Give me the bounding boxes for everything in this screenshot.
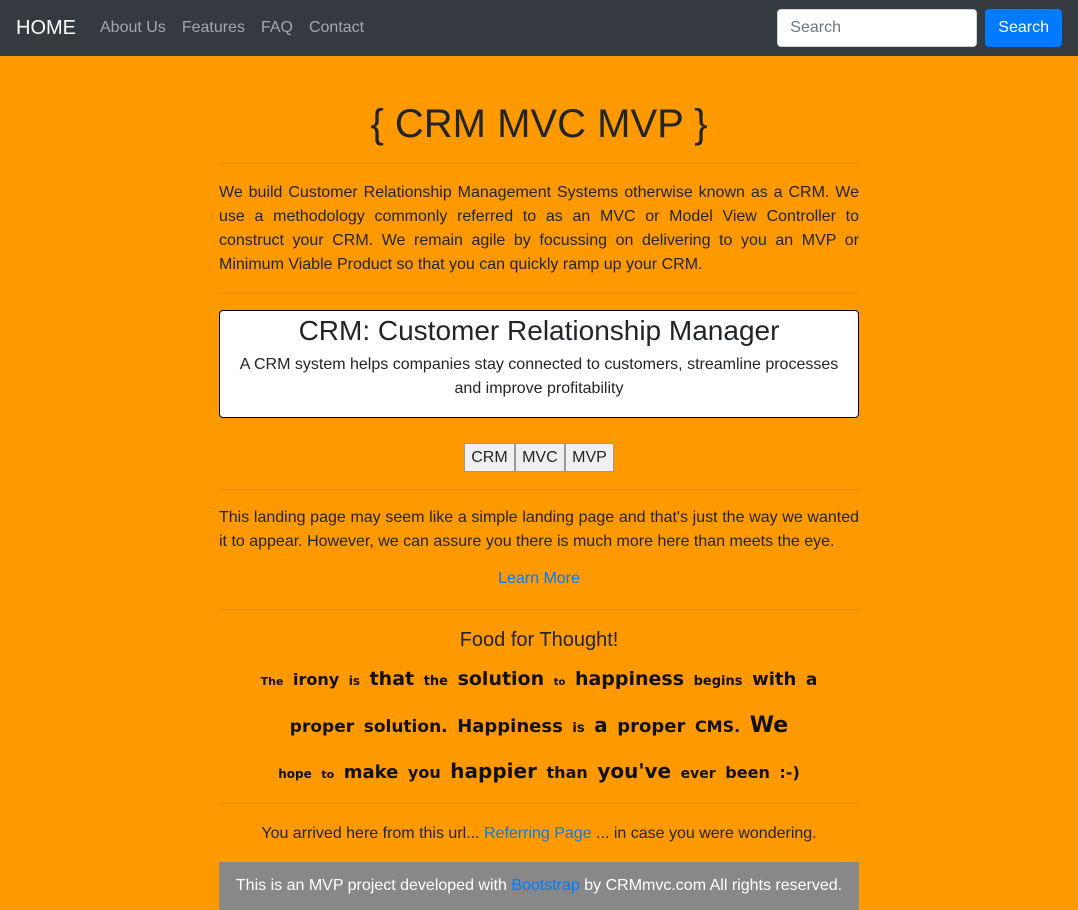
referrer-line: You arrived here from this url... Referr… [219, 822, 859, 846]
quote-word: a [805, 670, 818, 690]
topic-button-group: CRM MVC MVP [219, 443, 859, 473]
quote-word: a [594, 713, 608, 737]
referring-page-link[interactable]: Referring Page [484, 825, 592, 842]
main-container: { CRM MVC MVP } We build Customer Relati… [219, 56, 859, 910]
quote-word: The [260, 675, 284, 688]
quote-word: ever [680, 766, 716, 782]
referrer-suffix: ... in case you were wondering. [596, 825, 817, 842]
divider [219, 489, 859, 490]
card-heading: CRM: Customer Relationship Manager [298, 315, 780, 346]
quote-word: the [423, 674, 448, 689]
nav-link-contact[interactable]: Contact [309, 19, 364, 37]
quote-word: you [407, 763, 441, 782]
mvp-button[interactable]: MVP [565, 443, 614, 472]
nav-link-faq[interactable]: FAQ [261, 19, 293, 37]
nav-link-about[interactable]: About Us [100, 19, 166, 37]
nav-link-features[interactable]: Features [182, 19, 245, 37]
crm-button[interactable]: CRM [464, 443, 515, 472]
quote-word: been [725, 763, 770, 782]
divider [219, 803, 859, 804]
quote-word: solution [457, 668, 545, 690]
quote-word: to [553, 677, 566, 688]
quote-word: to [321, 768, 335, 781]
quote-word: happiness [574, 668, 685, 690]
quote-word: CMS. [694, 717, 741, 736]
footer-prefix: This is an MVP project developed with [235, 877, 507, 894]
quote-word: Happiness [457, 716, 563, 737]
mvc-button[interactable]: MVC [515, 443, 565, 472]
navbar: HOME About Us Features FAQ Contact Searc… [0, 0, 1078, 56]
quote-word: happier [450, 759, 537, 783]
quote-word: that [369, 668, 415, 690]
search-input[interactable] [777, 9, 978, 47]
quote-word: begins [693, 674, 743, 689]
quote-word: is [572, 721, 585, 736]
card-text: A CRM system helps companies stay connec… [239, 356, 839, 397]
landing-paragraph: This landing page may seem like a simple… [219, 509, 859, 550]
search-form: Search [777, 9, 1062, 47]
divider [219, 163, 859, 164]
divider [219, 293, 859, 294]
crm-card: CRM: Customer Relationship Manager A CRM… [219, 310, 859, 418]
food-for-thought-title: Food for Thought! [459, 629, 619, 651]
quote-word: is [348, 674, 361, 688]
quote-word: hope [278, 767, 312, 781]
quote-word: with [752, 669, 797, 690]
referrer-prefix: You arrived here from this url... [261, 825, 480, 842]
search-button[interactable]: Search [985, 9, 1062, 47]
page-title: { CRM MVC MVP } [370, 102, 708, 146]
bootstrap-link[interactable]: Bootstrap [511, 877, 579, 894]
quote-word: irony [292, 670, 340, 689]
quote-word: proper [617, 716, 686, 737]
quote-word: than [546, 763, 588, 782]
quote-word: solution. [363, 717, 448, 737]
divider [219, 609, 859, 610]
quote-word: you've [597, 759, 672, 783]
ransom-quote: The irony is that the solution to happin… [219, 658, 859, 796]
footer-suffix: by CRMmvc.com All rights reserved. [584, 877, 843, 894]
intro-paragraph: We build Customer Relationship Managemen… [219, 184, 859, 273]
quote-word: :-) [779, 763, 800, 782]
quote-word: We [749, 713, 789, 738]
learn-more-container: Learn More [219, 570, 859, 594]
quote-word: make [343, 762, 399, 783]
quote-word: proper [289, 717, 355, 737]
nav-brand-home[interactable]: HOME [16, 17, 76, 40]
learn-more-link[interactable]: Learn More [498, 570, 580, 587]
footer: This is an MVP project developed with Bo… [219, 862, 859, 910]
